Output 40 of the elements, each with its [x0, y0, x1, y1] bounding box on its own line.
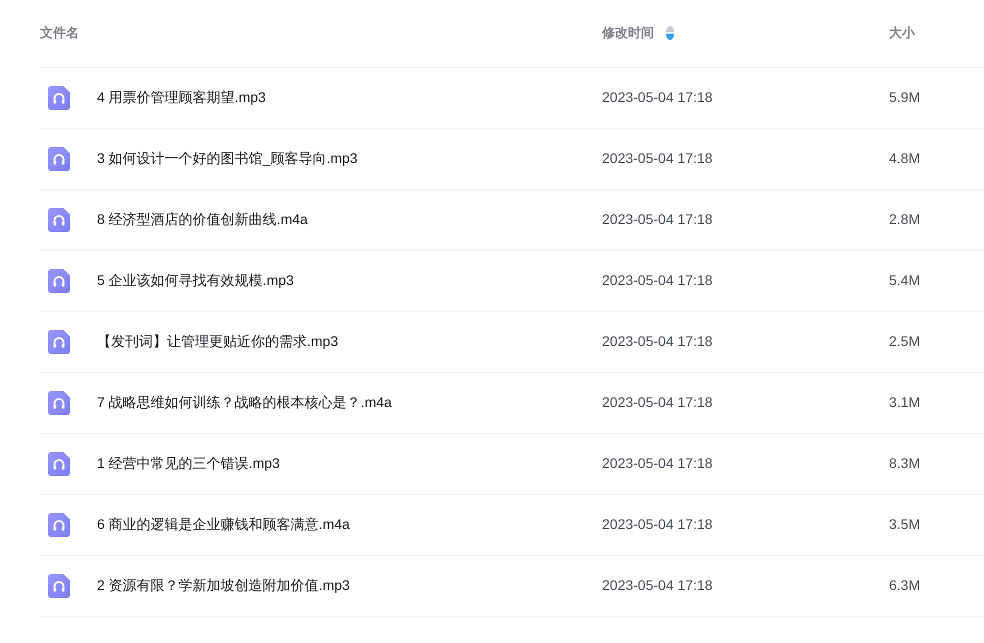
column-header: 大小: [889, 24, 915, 42]
modified-time: 2023-05-04 17:18: [602, 516, 713, 532]
sort-icon[interactable]: [666, 26, 674, 40]
file-name[interactable]: 3 如何设计一个好的图书馆_顾客导向.mp3: [97, 150, 358, 168]
audio-file-icon: [48, 330, 70, 354]
file-name[interactable]: 4 用票价管理顾客期望.mp3: [97, 89, 266, 107]
audio-file-icon: [48, 269, 70, 293]
audio-file-icon: [48, 147, 70, 171]
audio-file-icon: [48, 391, 70, 415]
file-size: 3.1M: [889, 394, 920, 410]
modified-time: 2023-05-04 17:18: [602, 150, 713, 166]
modified-time: 2023-05-04 17:18: [602, 211, 713, 227]
column-header: 文件名: [40, 24, 79, 42]
audio-file-icon: [48, 574, 70, 598]
file-size: 6.3M: [889, 577, 920, 593]
file-size: 5.9M: [889, 89, 920, 105]
file-name[interactable]: 1 经营中常见的三个错误.mp3: [97, 455, 280, 473]
column-header[interactable]: 修改时间: [602, 24, 654, 42]
audio-file-icon: [48, 208, 70, 232]
file-size: 2.8M: [889, 211, 920, 227]
modified-time: 2023-05-04 17:18: [602, 272, 713, 288]
file-size: 3.5M: [889, 516, 920, 532]
file-size: 4.8M: [889, 150, 920, 166]
file-size: 8.3M: [889, 455, 920, 471]
file-name[interactable]: 7 战略思维如何训练？战略的根本核心是？.m4a: [97, 394, 392, 412]
file-name[interactable]: 8 经济型酒店的价值创新曲线.m4a: [97, 211, 308, 229]
modified-time: 2023-05-04 17:18: [602, 394, 713, 410]
audio-file-icon: [48, 452, 70, 476]
file-name[interactable]: 5 企业该如何寻找有效规模.mp3: [97, 272, 294, 290]
file-size: 5.4M: [889, 272, 920, 288]
modified-time: 2023-05-04 17:18: [602, 455, 713, 471]
file-size: 2.5M: [889, 333, 920, 349]
file-name[interactable]: 【发刊词】让管理更贴近你的需求.mp3: [97, 333, 338, 351]
audio-file-icon: [48, 513, 70, 537]
modified-time: 2023-05-04 17:18: [602, 577, 713, 593]
file-name[interactable]: 2 资源有限？学新加坡创造附加价值.mp3: [97, 577, 350, 595]
file-name[interactable]: 6 商业的逻辑是企业赚钱和顾客满意.m4a: [97, 516, 350, 534]
modified-time: 2023-05-04 17:18: [602, 333, 713, 349]
audio-file-icon: [48, 86, 70, 110]
modified-time: 2023-05-04 17:18: [602, 89, 713, 105]
